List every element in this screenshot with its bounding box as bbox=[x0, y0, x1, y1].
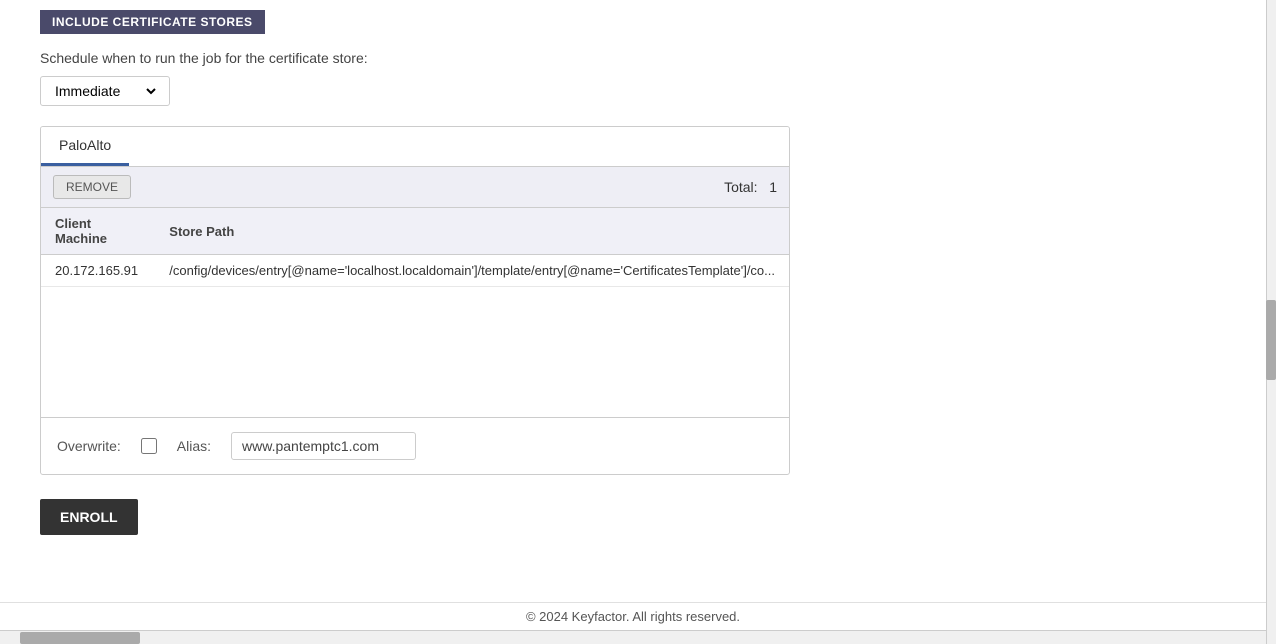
schedule-dropdown[interactable]: Immediate Scheduled Manual bbox=[40, 76, 170, 106]
tab-container: PaloAlto REMOVE Total: 1 Clien bbox=[40, 126, 790, 475]
remove-button[interactable]: REMOVE bbox=[53, 175, 131, 199]
certificate-stores-table: Client Machine Store Path 20.172.165.91 … bbox=[41, 208, 789, 287]
tab-header: PaloAlto bbox=[41, 127, 789, 167]
col-client-machine: Client Machine bbox=[41, 208, 155, 255]
cell-store-path: /config/devices/entry[@name='localhost.l… bbox=[155, 255, 789, 287]
enroll-button[interactable]: ENROLL bbox=[40, 499, 138, 535]
overwrite-checkbox[interactable] bbox=[141, 438, 157, 454]
scrollbar-bottom[interactable] bbox=[0, 630, 1266, 644]
tab-paloalto[interactable]: PaloAlto bbox=[41, 127, 129, 166]
table-row[interactable]: 20.172.165.91 /config/devices/entry[@nam… bbox=[41, 255, 789, 287]
col-store-path: Store Path bbox=[155, 208, 789, 255]
scrollbar-right[interactable] bbox=[1266, 0, 1276, 644]
schedule-select[interactable]: Immediate Scheduled Manual bbox=[51, 82, 159, 100]
schedule-label: Schedule when to run the job for the cer… bbox=[40, 50, 790, 66]
scrollbar-bottom-thumb[interactable] bbox=[20, 632, 140, 644]
cell-client-machine: 20.172.165.91 bbox=[41, 255, 155, 287]
table-toolbar: REMOVE Total: 1 bbox=[41, 167, 789, 208]
empty-area bbox=[41, 287, 789, 417]
footer: © 2024 Keyfactor. All rights reserved. bbox=[0, 602, 1266, 630]
scrollbar-thumb[interactable] bbox=[1266, 300, 1276, 380]
enroll-section: ENROLL bbox=[40, 499, 790, 535]
alias-label: Alias: bbox=[177, 438, 211, 454]
tab-content: REMOVE Total: 1 Client Machine Store Pat… bbox=[41, 167, 789, 474]
alias-input[interactable] bbox=[231, 432, 416, 460]
section-header: INCLUDE CERTIFICATE STORES bbox=[40, 10, 265, 34]
settings-row: Overwrite: Alias: bbox=[41, 417, 789, 474]
total-label: Total: 1 bbox=[724, 179, 777, 195]
total-value: 1 bbox=[769, 179, 777, 195]
overwrite-label: Overwrite: bbox=[57, 438, 121, 454]
